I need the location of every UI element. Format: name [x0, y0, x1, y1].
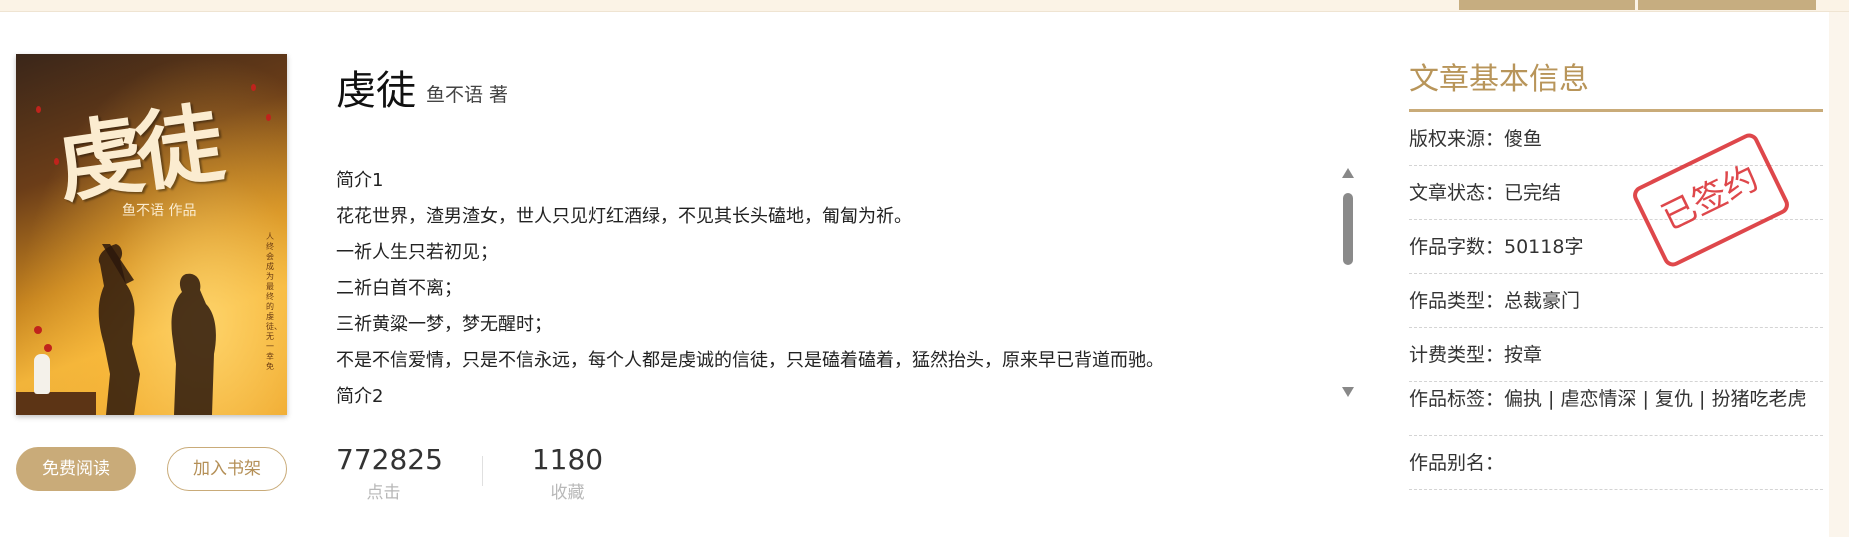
cover-title: 虔徒 [50, 93, 224, 216]
description-line: 二祈白首不离； [336, 278, 462, 299]
scroll-up-arrow-icon[interactable] [1342, 168, 1354, 178]
stat-clicks: 772825 点击 [336, 443, 443, 503]
description-line: 不是不信爱情，只是不信永远，每个人都是虔诚的信徒，只是磕着磕着，猛然抬头，原来早… [336, 350, 1164, 371]
info-row-tags: 作品标签：偏执 | 虐恋情深 | 复仇 | 扮猪吃老虎 [1409, 382, 1823, 436]
info-row-billing: 计费类型：按章 [1409, 328, 1823, 382]
petal-decor [266, 114, 271, 121]
description-line: 一祈人生只若初见； [336, 242, 498, 263]
top-nav-bar [0, 0, 1849, 12]
description-line: 花花世界，渣男渣女，世人只见灯红酒绿，不见其长头磕地，匍匐为祈。 [336, 206, 912, 227]
flower-decor [44, 344, 52, 352]
description-line: 简介1 [336, 170, 384, 191]
stat-divider [482, 456, 483, 486]
top-nav-tab[interactable] [1638, 0, 1816, 10]
info-row-genre: 作品类型：总裁豪门 [1409, 274, 1823, 328]
book-description: 简介1 花花世界，渣男渣女，世人只见灯红酒绿，不见其长头磕地，匍匐为祈。 一祈人… [336, 163, 1306, 411]
add-to-shelf-button[interactable]: 加入书架 [167, 447, 287, 491]
article-info-panel: 文章基本信息 版权来源：傻鱼 文章状态：已完结 作品字数：50118字 作品类型… [1409, 56, 1823, 490]
vase-decor [34, 354, 50, 394]
couple-silhouette [98, 244, 216, 415]
petal-decor [251, 84, 256, 91]
stat-favorites: 1180 收藏 [520, 443, 615, 503]
book-title: 虔徒 [336, 68, 416, 114]
page-edge [1829, 12, 1849, 537]
description-line: 三祈黄粱一梦，梦无醒时； [336, 314, 552, 335]
description-scrollbar[interactable] [1341, 163, 1355, 403]
shelf-decor [16, 392, 96, 415]
info-panel-title: 文章基本信息 [1409, 56, 1823, 112]
clicks-label: 点击 [366, 483, 401, 503]
top-nav-tab[interactable] [1459, 0, 1635, 10]
scroll-thumb[interactable] [1343, 193, 1353, 265]
cover-tagline: 人终会成为最终的虔徒、无一幸免 [266, 232, 282, 371]
free-read-button[interactable]: 免费阅读 [16, 447, 136, 491]
info-row-alias: 作品别名： [1409, 436, 1823, 490]
book-author[interactable]: 鱼不语 著 [426, 80, 508, 107]
flower-decor [34, 326, 42, 334]
info-row-word-count: 作品字数：50118字 [1409, 220, 1823, 274]
book-cover[interactable]: 虔徒 鱼不语 作品 人终会成为最终的虔徒、无一幸免 [16, 54, 287, 415]
petal-decor [36, 106, 41, 113]
description-line: 简介2 [336, 386, 384, 407]
favorites-count: 1180 [531, 443, 604, 476]
scroll-down-arrow-icon[interactable] [1342, 387, 1354, 397]
cover-author: 鱼不语 作品 [122, 203, 197, 219]
favorites-label: 收藏 [550, 483, 585, 503]
clicks-count: 772825 [336, 443, 443, 476]
